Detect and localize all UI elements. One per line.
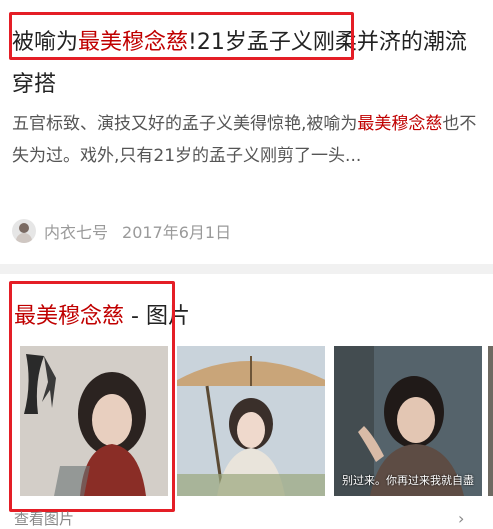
- result-snippet: 五官标致、演技又好的孟子义美得惊艳,被喻为最美穆念慈也不失为过。戏外,只有21岁…: [12, 108, 482, 172]
- source-name: 内衣七号: [44, 223, 109, 242]
- view-images-link[interactable]: 查看图片: [14, 508, 74, 529]
- annotation-box-images: [9, 281, 175, 512]
- section-divider: [0, 264, 493, 274]
- thumb3-caption: 别过来。你再过来我就自盡: [342, 474, 474, 487]
- search-result-card[interactable]: 被喻为最美穆念慈!21岁孟子义刚柔并济的潮流穿搭 五官标致、演技又好的孟子义美得…: [0, 0, 493, 262]
- source-avatar: [12, 219, 36, 243]
- result-meta: 内衣七号 2017年6月1日: [12, 216, 231, 246]
- image-thumbnail-2[interactable]: [177, 346, 325, 496]
- snippet-text-1: 五官标致、演技又好的孟子义美得惊艳,被喻为: [12, 114, 358, 134]
- image-thumbnail-3[interactable]: 别过来。你再过来我就自盡: [334, 346, 482, 496]
- chevron-right-icon[interactable]: ›: [458, 509, 464, 528]
- result-date: 2017年6月1日: [122, 223, 232, 242]
- annotation-box-title: [9, 12, 354, 60]
- snippet-highlight: 最美穆念慈: [357, 114, 443, 134]
- umbrella-image: [177, 346, 325, 496]
- image-thumbnail-4-partial[interactable]: [488, 346, 493, 496]
